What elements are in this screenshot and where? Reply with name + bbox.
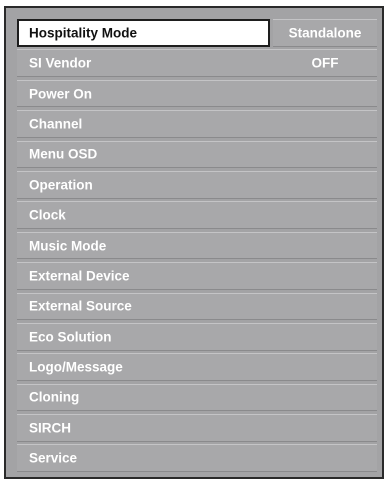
- menu-item-label: SIRCH: [29, 420, 72, 436]
- menu-item-label: SI Vendor: [29, 55, 92, 71]
- menu-item-label: Operation: [29, 177, 93, 193]
- menu-item-label: Service: [29, 450, 78, 466]
- menu-item-value: Standalone: [288, 25, 362, 41]
- menu-item-clock[interactable]: Clock: [17, 201, 377, 229]
- menu-item-music-mode[interactable]: Music Mode: [17, 231, 377, 260]
- menu-item-sirch[interactable]: SIRCH: [17, 414, 377, 442]
- menu-list: Hospitality Mode Standalone SI Vendor OF…: [17, 19, 377, 473]
- menu-item-si-vendor[interactable]: SI Vendor OFF: [17, 49, 377, 77]
- menu-item-cloning[interactable]: Cloning: [17, 383, 377, 412]
- menu-item-external-source[interactable]: External Source: [17, 292, 377, 321]
- hospitality-menu-panel: Hospitality Mode Standalone SI Vendor OF…: [4, 6, 384, 479]
- menu-item-label: Eco Solution: [29, 329, 112, 345]
- menu-item-external-device[interactable]: External Device: [17, 262, 377, 290]
- menu-item-label: Channel: [29, 116, 83, 132]
- menu-item-logo-message[interactable]: Logo/Message: [17, 353, 377, 381]
- menu-item-hospitality-mode[interactable]: Hospitality Mode Standalone: [17, 19, 377, 47]
- menu-item-label: Music Mode: [29, 238, 107, 254]
- menu-item-service[interactable]: Service: [17, 444, 377, 473]
- menu-item-label: Logo/Message: [29, 359, 123, 375]
- menu-item-menu-osd[interactable]: Menu OSD: [17, 140, 377, 169]
- menu-item-operation[interactable]: Operation: [17, 170, 377, 199]
- menu-item-label: Cloning: [29, 389, 80, 405]
- menu-item-label: Power On: [29, 86, 93, 102]
- menu-item-label: Hospitality Mode: [29, 25, 138, 41]
- menu-item-eco-solution[interactable]: Eco Solution: [17, 322, 377, 351]
- menu-item-label: Clock: [29, 207, 66, 223]
- menu-item-label: External Source: [29, 298, 132, 314]
- menu-item-channel[interactable]: Channel: [17, 110, 377, 138]
- menu-item-power-on[interactable]: Power On: [17, 79, 377, 108]
- menu-item-label: External Device: [29, 268, 130, 284]
- menu-item-label: Menu OSD: [29, 146, 98, 162]
- menu-item-value: OFF: [311, 55, 339, 71]
